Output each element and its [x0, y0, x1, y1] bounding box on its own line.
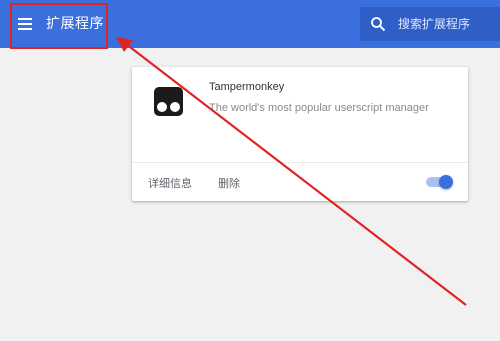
search-icon[interactable]	[370, 16, 386, 32]
extension-description: The world's most popular userscript mana…	[209, 102, 429, 114]
page-title: 扩展程序	[46, 16, 104, 32]
details-button[interactable]: 详细信息	[148, 175, 192, 191]
toggle-knob	[439, 175, 453, 189]
extension-card: Tampermonkey The world's most popular us…	[132, 67, 468, 201]
card-divider	[132, 162, 468, 163]
search-input[interactable]	[398, 14, 496, 34]
hamburger-menu-icon[interactable]	[16, 14, 36, 34]
extension-name: Tampermonkey	[209, 81, 285, 93]
enable-toggle[interactable]	[424, 175, 454, 189]
extensions-page: 扩展程序 Tampermonkey The world's most popul…	[0, 0, 500, 341]
remove-button[interactable]: 删除	[218, 175, 240, 191]
search-box[interactable]	[360, 7, 500, 41]
top-toolbar: 扩展程序	[0, 0, 500, 48]
tampermonkey-logo-icon	[154, 87, 183, 116]
